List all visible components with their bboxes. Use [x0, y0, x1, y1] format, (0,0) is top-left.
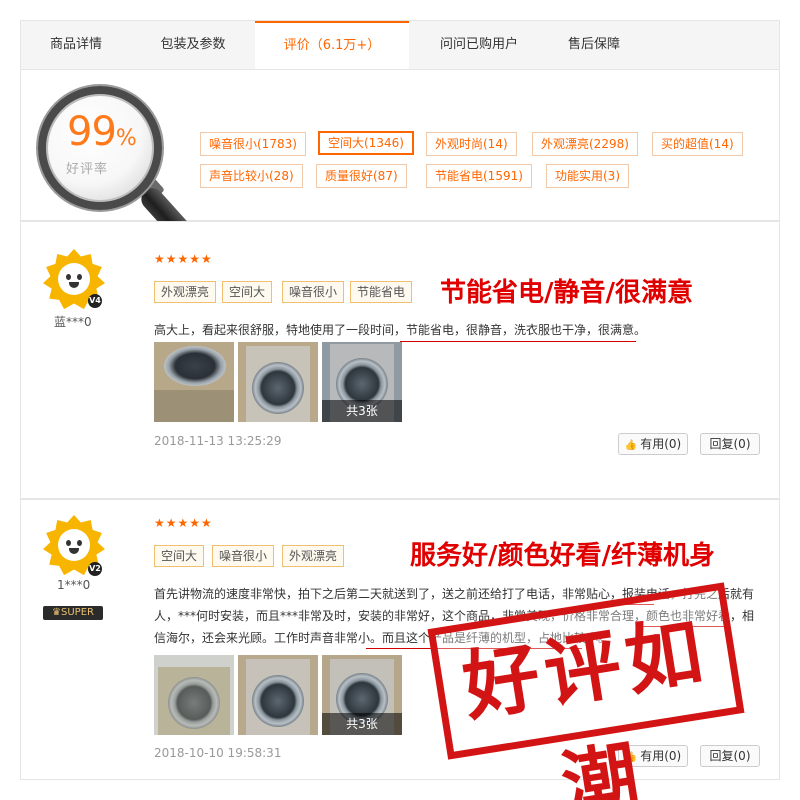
super-member-badge: ♛SUPER: [43, 606, 103, 620]
filter-tag[interactable]: 功能实用(3): [546, 164, 629, 188]
reply-button[interactable]: 回复(0): [700, 745, 760, 767]
review-date: 2018-10-10 19:58:31: [154, 746, 282, 760]
user-level-badge: V4: [88, 294, 102, 308]
photo-count: 共3张: [322, 713, 402, 735]
review-headline: 服务好/颜色好看/纤薄机身: [410, 541, 715, 571]
review-tag: 噪音很小: [212, 545, 275, 567]
filter-tag[interactable]: 噪音很小(1783): [200, 132, 306, 156]
review-tag: 节能省电: [350, 281, 413, 303]
photo-count: 共3张: [322, 400, 402, 422]
filter-tag[interactable]: 节能省电(1591): [426, 164, 532, 188]
tab-after-sales[interactable]: 售后保障: [549, 21, 639, 69]
review-tag: 外观漂亮: [154, 281, 217, 303]
review-tag: 空间大: [154, 545, 205, 567]
thumbs-up-icon: 👍: [624, 440, 638, 451]
tab-reviews[interactable]: 评价（6.1万+）: [255, 21, 409, 69]
review-photo[interactable]: [154, 655, 234, 735]
tab-ask-buyers[interactable]: 问问已购用户: [409, 21, 549, 69]
filter-tag[interactable]: 外观时尚(14): [426, 132, 517, 156]
positive-rate: 99%: [67, 109, 137, 155]
reviewer-name: 1***0: [57, 578, 91, 592]
review-text: 高大上，看起来很舒服，特地使用了一段时间，节能省电，很静音，洗衣服也干净，很满意…: [154, 323, 647, 337]
review-headline: 节能省电/静音/很满意: [440, 278, 693, 308]
useful-button[interactable]: 👍 有用(0): [618, 433, 688, 455]
review-tag: 噪音很小: [282, 281, 345, 303]
filter-tag[interactable]: 买的超值(14): [652, 132, 743, 156]
reviewer-name: 蓝***0: [54, 315, 92, 329]
review-photo[interactable]: 共3张: [322, 655, 402, 735]
star-rating: ★★★★★: [154, 516, 213, 530]
positive-rate-label: 好评率: [66, 162, 109, 177]
tab-bar: 商品详情 包装及参数 评价（6.1万+） 问问已购用户 售后保障: [20, 20, 780, 70]
highlight-underline: [400, 341, 636, 342]
review-date: 2018-11-13 13:25:29: [154, 434, 282, 448]
filter-tag-selected[interactable]: 空间大(1346): [318, 131, 414, 155]
review-photo[interactable]: 共3张: [322, 342, 402, 422]
review-tag: 空间大: [222, 281, 273, 303]
star-rating: ★★★★★: [154, 252, 213, 266]
user-level-badge: V2: [88, 562, 102, 576]
filter-tag[interactable]: 外观漂亮(2298): [532, 132, 638, 156]
tab-product-details[interactable]: 商品详情: [21, 21, 131, 69]
filter-tag[interactable]: 声音比较小(28): [200, 164, 303, 188]
filter-tag[interactable]: 质量很好(87): [316, 164, 407, 188]
review-photo[interactable]: [238, 342, 318, 422]
review-tag: 外观漂亮: [282, 545, 345, 567]
reply-button[interactable]: 回复(0): [700, 433, 760, 455]
review-photo[interactable]: [238, 655, 318, 735]
review-photo[interactable]: [154, 342, 234, 422]
tab-packaging-params[interactable]: 包装及参数: [131, 21, 255, 69]
